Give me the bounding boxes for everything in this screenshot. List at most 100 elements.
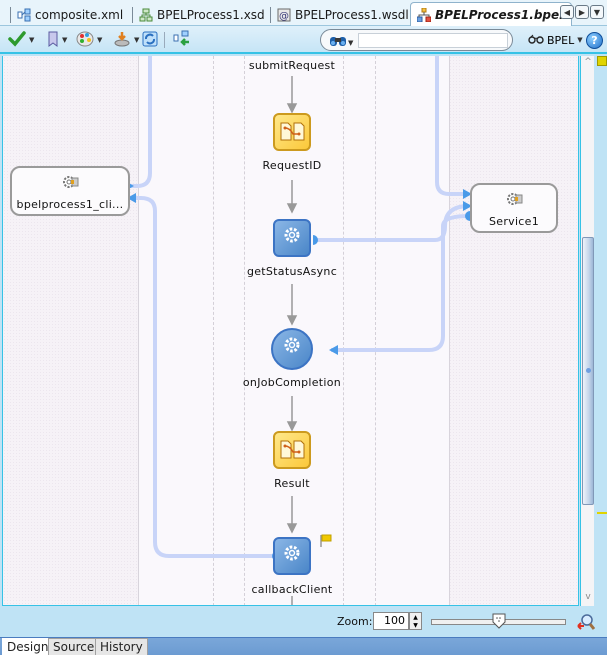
gear-icon <box>282 543 302 567</box>
tab-list-menu-button[interactable]: ▼ <box>590 5 604 19</box>
assign-icon <box>280 120 306 146</box>
composite-link-button[interactable] <box>173 30 191 50</box>
activity-onjobcompletion-label: onJobCompletion <box>242 376 342 389</box>
tab-history[interactable]: History <box>95 638 148 655</box>
search-options-button[interactable]: ▼ <box>329 33 353 52</box>
dropdown-caret-icon: ▼ <box>577 36 583 44</box>
wire-client-service <box>435 56 467 196</box>
activity-submitrequest-label[interactable]: submitRequest <box>232 59 352 72</box>
flag-icon <box>319 533 333 552</box>
grip-icon <box>586 368 591 373</box>
partner-link-label: bpelprocess1_cli... <box>16 198 124 211</box>
tab-label: BPELProcess1.wsdl <box>295 7 409 22</box>
scroll-tabs-left-button[interactable]: ◀ <box>560 5 574 19</box>
composite-icon <box>17 8 31 22</box>
bpel-mode-menu[interactable]: BPEL ▼ <box>528 30 583 50</box>
editor-toolbar: ▼ ▼ ▼ ▼ ▼ BPEL ▼ ? <box>0 26 607 54</box>
dropdown-caret-icon: ▼ <box>97 36 103 44</box>
partner-link-client[interactable]: bpelprocess1_cli... <box>10 166 130 216</box>
scroll-up-button[interactable]: ^ <box>582 57 594 69</box>
wire-service-onjobcompletion <box>331 214 470 352</box>
wsdl-icon: @ <box>277 8 291 22</box>
tab-label: BPELProcess1.xsd <box>157 7 265 22</box>
spinner-down-icon[interactable]: ▼ <box>413 622 418 629</box>
activity-requestid[interactable] <box>273 113 311 151</box>
scroll-down-button[interactable]: v <box>582 592 594 604</box>
activity-callbackclient-label: callbackClient <box>251 583 333 596</box>
tab-bpelprocess1-bpel[interactable]: BPELProcess1.bpel <box>410 2 573 27</box>
refresh-icon <box>141 30 159 51</box>
help-button[interactable]: ? <box>586 30 603 50</box>
search-input[interactable] <box>358 33 508 48</box>
bookmark-icon <box>47 31 59 50</box>
wire-endpoint-dot <box>313 235 318 245</box>
tab-source[interactable]: Source <box>48 638 100 655</box>
zoom-level-input[interactable]: 100 <box>373 612 409 630</box>
dropdown-caret-icon: ▼ <box>62 36 68 44</box>
checkmark-icon <box>8 30 26 50</box>
activity-onjobcompletion[interactable] <box>271 328 313 370</box>
magnifier-icon <box>577 614 596 630</box>
spinner-up-icon[interactable]: ▲ <box>413 614 418 621</box>
palette-icon <box>76 31 94 50</box>
glasses-icon <box>528 34 544 47</box>
svg-text:@: @ <box>279 11 289 22</box>
schema-icon <box>139 8 153 22</box>
deploy-button[interactable]: ▼ <box>113 30 139 50</box>
composite-link-icon <box>173 30 191 51</box>
tab-bpelprocess1-xsd[interactable]: BPELProcess1.xsd <box>126 3 265 26</box>
palette-button[interactable]: ▼ <box>76 30 102 50</box>
tab-bpelprocess1-wsdl[interactable]: @ BPELProcess1.wsdl <box>264 3 409 26</box>
wire-invoke-service <box>317 204 470 242</box>
tab-label: composite.xml <box>35 7 124 22</box>
activity-result[interactable] <box>273 431 311 469</box>
zoom-spinner[interactable]: ▲ ▼ <box>409 612 422 630</box>
partner-link-label: Service1 <box>488 215 540 228</box>
tab-label: BPELProcess1.bpel <box>435 8 564 22</box>
dropdown-caret-icon: ▼ <box>29 36 35 44</box>
activity-callbackclient[interactable] <box>273 537 311 575</box>
partner-link-service1[interactable]: Service1 <box>470 183 558 233</box>
vertical-scrollbar[interactable]: ^ v <box>580 56 594 606</box>
zoom-to-fit-button[interactable] <box>577 613 596 630</box>
toolbar-separator <box>164 30 165 50</box>
tab-separator <box>270 6 271 23</box>
zoom-bar: Zoom: 100 ▲ ▼ <box>0 607 607 637</box>
bpel-icon <box>416 7 432 23</box>
scroll-tabs-right-button[interactable]: ▶ <box>575 5 589 19</box>
overview-position-marker[interactable] <box>597 512 607 514</box>
mode-label: BPEL <box>547 33 575 47</box>
wire-endpoint-arrow <box>329 345 338 355</box>
service-gear-icon <box>504 190 526 212</box>
gear-icon <box>282 225 302 249</box>
zoom-label: Zoom: <box>337 615 373 628</box>
bpel-editor-window: composite.xml BPELProcess1.xsd @ BPELPro… <box>0 0 607 655</box>
gear-icon <box>282 335 302 359</box>
tab-separator <box>132 6 133 23</box>
dropdown-caret-icon: ▼ <box>134 36 140 44</box>
tab-separator <box>10 6 11 23</box>
tab-navigation: ◀ ▶ ▼ <box>560 5 604 19</box>
refresh-button[interactable] <box>141 30 159 50</box>
scrollbar-thumb[interactable] <box>582 237 594 505</box>
editor-view-tabs: Design Source History <box>0 637 607 655</box>
dropdown-caret-icon: ▼ <box>348 38 354 47</box>
editor-tab-strip: composite.xml BPELProcess1.xsd @ BPELPro… <box>0 0 607 27</box>
service-gear-icon <box>60 173 82 195</box>
help-icon: ? <box>586 31 603 49</box>
overview-warning-marker[interactable] <box>597 56 607 66</box>
activity-getstatusasync-label: getStatusAsync <box>246 265 338 278</box>
zoom-slider-thumb[interactable] <box>492 613 506 629</box>
activity-getstatusasync[interactable] <box>273 219 311 257</box>
binoculars-icon <box>329 33 347 52</box>
deploy-icon <box>113 31 131 50</box>
activity-requestid-label: RequestID <box>262 159 322 172</box>
bookmark-button[interactable]: ▼ <box>47 30 67 50</box>
diagram-search: ▼ <box>320 29 513 51</box>
bpel-diagram-canvas[interactable]: bpelprocess1_cli... Service1 submitReque… <box>2 56 579 606</box>
tab-composite-xml[interactable]: composite.xml <box>4 3 123 26</box>
assign-icon <box>280 438 306 464</box>
tab-design[interactable]: Design <box>2 638 54 655</box>
activity-result-label: Result <box>274 477 310 490</box>
validate-button[interactable]: ▼ <box>8 30 34 50</box>
